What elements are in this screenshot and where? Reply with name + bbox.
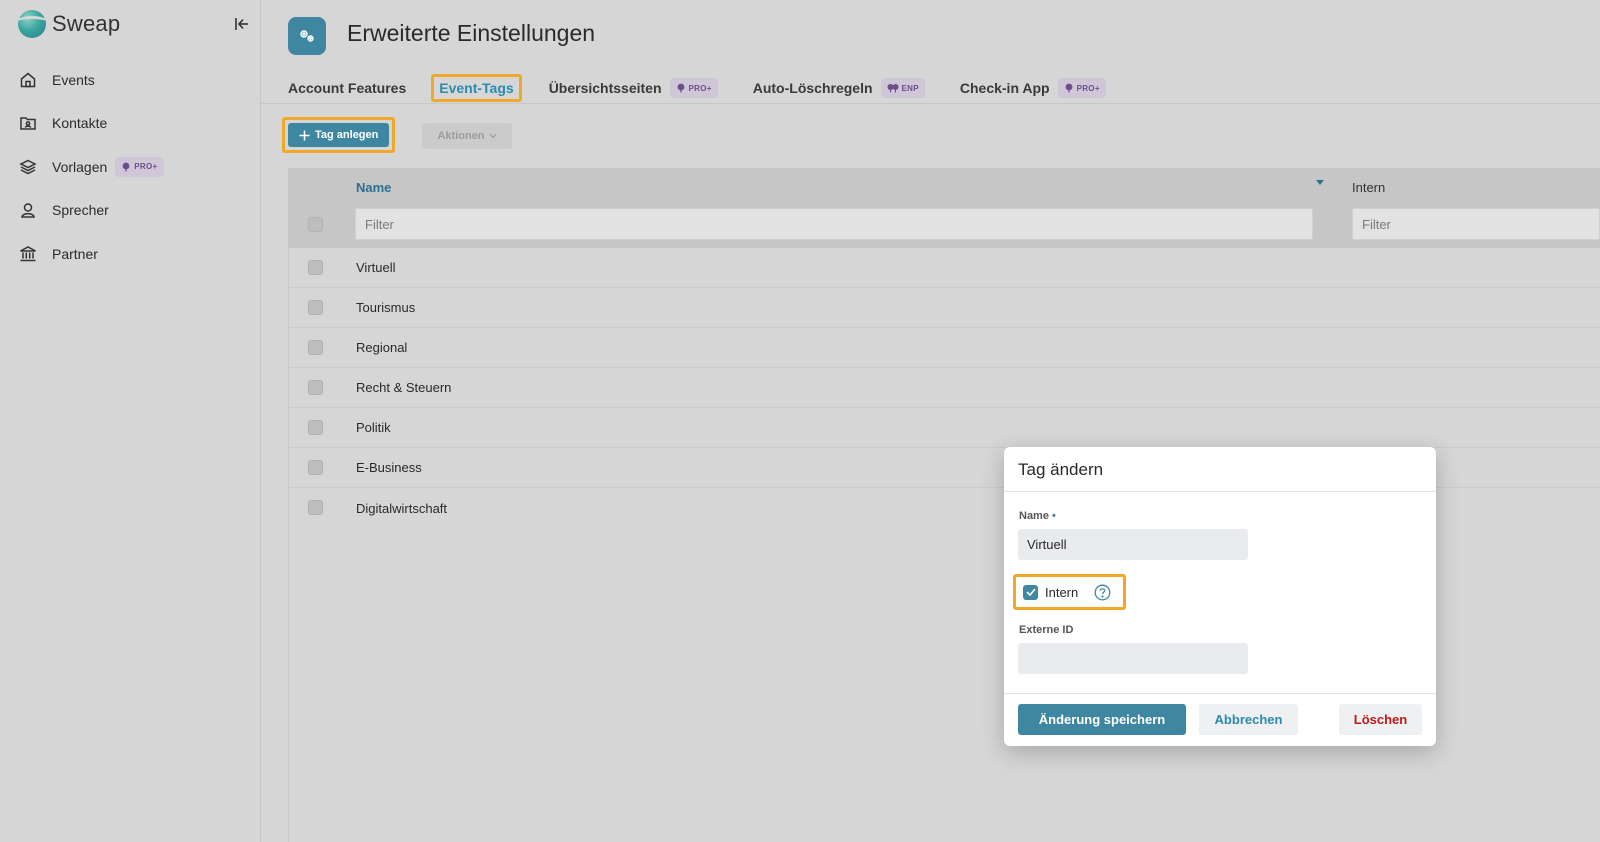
row-checkbox[interactable]	[308, 500, 323, 515]
sidebar-item-partner[interactable]: Partner	[0, 232, 260, 276]
badge-text: ENP	[901, 83, 919, 93]
chevron-down-icon	[489, 133, 496, 139]
pro-plus-badge: PRO+	[115, 156, 164, 177]
speaker-person-icon	[18, 200, 38, 220]
table-header: Name Intern	[288, 168, 1600, 248]
table-row[interactable]: Tourismus	[288, 288, 1600, 328]
tree-icon	[1065, 83, 1072, 93]
intern-highlight: Intern	[1013, 574, 1126, 610]
actions-label: Aktionen	[437, 130, 485, 142]
tag-name-cell: E-Business	[356, 460, 422, 475]
sidebar: Sweap Events Kontakte Vorlagen PRO+ Spre…	[0, 0, 261, 842]
tab-label: Übersichtsseiten	[548, 80, 662, 96]
app-name: Sweap	[52, 11, 121, 36]
page-title: Erweiterte Einstellungen	[347, 20, 596, 46]
tabs-divider	[261, 103, 1600, 104]
name-filter-input[interactable]	[355, 208, 1313, 240]
collapse-left-icon	[235, 18, 248, 30]
sweap-logo-icon	[18, 10, 46, 38]
enp-badge: ENP	[880, 78, 925, 98]
tab-label: Auto-Löschregeln	[752, 80, 873, 96]
sidebar-item-label: Events	[52, 71, 95, 88]
create-tag-highlight: Tag anlegen	[282, 117, 396, 153]
help-circle-icon[interactable]	[1094, 584, 1111, 601]
tag-name-cell: Virtuell	[356, 260, 396, 275]
bank-building-icon	[18, 244, 38, 264]
collapse-sidebar-button[interactable]	[230, 12, 254, 36]
contacts-folder-icon	[18, 113, 38, 133]
tag-name-cell: Politik	[356, 420, 391, 435]
tab-label: Account Features	[288, 80, 407, 96]
home-icon	[18, 70, 38, 90]
badge-text: PRO+	[1076, 83, 1100, 93]
row-checkbox[interactable]	[308, 340, 323, 355]
tab-bar: Account Features Event-Tags Übersichtsse…	[288, 72, 1106, 104]
cancel-button[interactable]: Abbrechen	[1199, 704, 1298, 735]
badge-text: PRO+	[688, 83, 712, 93]
plus-icon	[299, 130, 310, 140]
name-input[interactable]	[1018, 529, 1248, 560]
checkmark-icon	[1025, 588, 1036, 596]
intern-checkbox[interactable]	[1023, 584, 1038, 600]
table-row[interactable]: Virtuell	[288, 248, 1600, 288]
sidebar-item-label: Kontakte	[52, 115, 108, 132]
tree-icon	[677, 83, 684, 93]
row-checkbox[interactable]	[308, 260, 323, 275]
name-label-text: Name	[1019, 510, 1049, 522]
tab-label: Event-Tags	[439, 80, 514, 96]
name-field-label: Name •	[1019, 510, 1056, 522]
save-changes-button[interactable]: Änderung speichern	[1018, 704, 1186, 735]
tab-check-in-app[interactable]: Check-in App PRO+	[960, 74, 1106, 102]
row-checkbox[interactable]	[308, 300, 323, 315]
badge-text: PRO+	[134, 162, 158, 172]
trees-icon	[887, 84, 899, 93]
required-indicator: •	[1051, 510, 1056, 522]
delete-button[interactable]: Löschen	[1339, 704, 1422, 735]
column-header-intern[interactable]: Intern	[1352, 180, 1385, 195]
intern-checkbox-label[interactable]: Intern	[1045, 585, 1078, 600]
row-checkbox[interactable]	[308, 460, 323, 475]
column-header-name[interactable]: Name	[356, 180, 391, 195]
tag-name-cell: Regional	[356, 340, 408, 355]
layers-icon	[18, 157, 38, 177]
pro-plus-badge: PRO+	[1057, 78, 1106, 98]
row-checkbox[interactable]	[308, 380, 323, 395]
table-row[interactable]: Regional	[288, 328, 1600, 368]
sidebar-nav: Events Kontakte Vorlagen PRO+ Sprecher P…	[0, 58, 260, 276]
row-checkbox[interactable]	[308, 420, 323, 435]
create-tag-label: Tag anlegen	[315, 129, 379, 141]
settings-gears-icon	[288, 17, 326, 55]
tag-name-cell: Tourismus	[356, 300, 416, 315]
tag-name-cell: Digitalwirtschaft	[356, 500, 448, 516]
external-id-input[interactable]	[1018, 643, 1248, 674]
sidebar-item-kontakte[interactable]: Kontakte	[0, 102, 260, 146]
create-tag-button[interactable]: Tag anlegen	[288, 123, 390, 147]
tab-account-features[interactable]: Account Features	[288, 74, 406, 102]
sidebar-item-events[interactable]: Events	[0, 58, 260, 102]
tab-auto-loeschregeln[interactable]: Auto-Löschregeln ENP	[753, 74, 925, 102]
tree-icon	[122, 162, 130, 172]
app-logo[interactable]: Sweap	[18, 10, 120, 38]
dialog-divider	[1004, 491, 1436, 492]
tab-label: Check-in App	[959, 80, 1050, 96]
dialog-title: Tag ändern	[1018, 460, 1104, 479]
sort-desc-icon[interactable]	[1316, 180, 1324, 185]
select-all-checkbox[interactable]	[308, 217, 323, 232]
actions-dropdown-button[interactable]: Aktionen	[422, 123, 512, 149]
sidebar-item-label: Partner	[52, 245, 98, 262]
sidebar-item-vorlagen[interactable]: Vorlagen PRO+	[0, 145, 260, 189]
dialog-footer-divider	[1004, 693, 1436, 694]
intern-filter-input[interactable]	[1352, 208, 1600, 240]
sidebar-item-label: Sprecher	[52, 202, 109, 219]
table-row[interactable]: Politik	[288, 408, 1600, 448]
tag-name-cell: Recht & Steuern	[356, 380, 452, 395]
table-row[interactable]: Recht & Steuern	[288, 368, 1600, 408]
pro-plus-badge: PRO+	[669, 78, 718, 98]
external-id-label: Externe ID	[1019, 624, 1074, 636]
sidebar-item-sprecher[interactable]: Sprecher	[0, 189, 260, 233]
sidebar-item-label: Vorlagen	[52, 158, 108, 175]
tab-event-tags[interactable]: Event-Tags	[431, 74, 522, 102]
tab-uebersichtsseiten[interactable]: Übersichtsseiten PRO+	[549, 74, 718, 102]
edit-tag-dialog: Tag ändern Name• Intern Externe ID Änder…	[1004, 447, 1436, 746]
